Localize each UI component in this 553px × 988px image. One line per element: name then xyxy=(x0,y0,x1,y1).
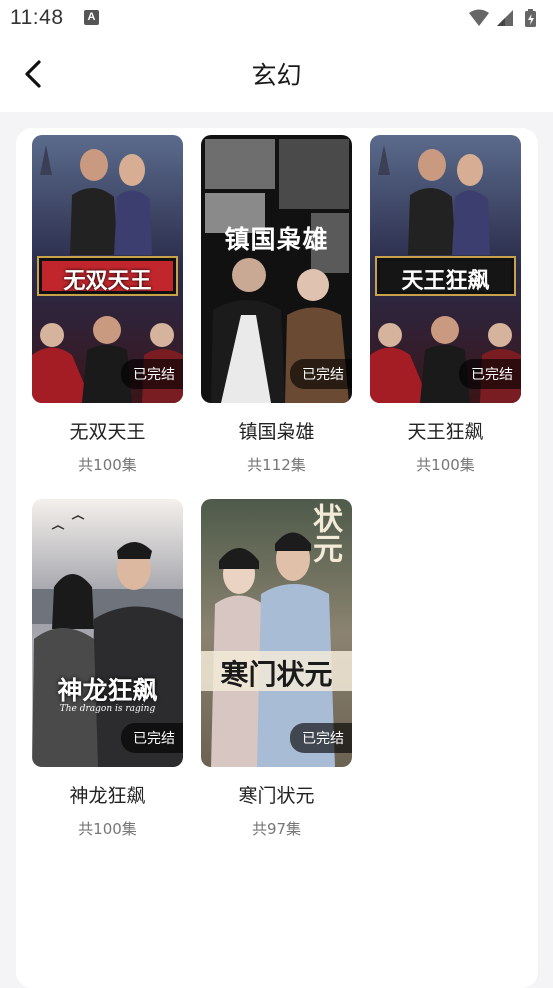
episode-count: 共112集 xyxy=(247,456,306,474)
poster-title: 无双天王 xyxy=(63,268,152,294)
episode-count: 共100集 xyxy=(78,820,137,838)
poster-title: 寒门状元 xyxy=(220,658,333,691)
drama-card[interactable]: 镇国枭雄 已完结 镇国枭雄 共112集 xyxy=(201,135,352,475)
completed-badge: 已完结 xyxy=(290,359,352,389)
episode-count: 共100集 xyxy=(416,456,475,474)
drama-grid: 无双天王 已完结 无双天王 共100集 镇国枭雄 已完结 镇国枭雄 共112集 … xyxy=(32,135,522,839)
page-title: 玄幻 xyxy=(251,61,302,90)
wifi-icon xyxy=(469,9,489,26)
completed-badge: 已完结 xyxy=(459,359,521,389)
notification-icon: A xyxy=(84,10,99,25)
poster-title: 天王狂飙 xyxy=(401,268,490,294)
drama-card[interactable]: 无双天王 已完结 无双天王 共100集 xyxy=(32,135,183,475)
drama-card[interactable]: 天王狂飙 已完结 天王狂飙 共100集 xyxy=(370,135,521,475)
drama-title[interactable]: 神龙狂飙 xyxy=(32,783,183,809)
drama-poster[interactable]: 神龙狂飙 The dragon is raging 已完结 xyxy=(32,499,183,767)
drama-poster[interactable]: 状元 寒门状元 已完结 xyxy=(201,499,352,767)
episode-count: 共97集 xyxy=(251,820,302,838)
drama-title[interactable]: 无双天王 xyxy=(32,419,183,445)
episode-count: 共100集 xyxy=(78,456,137,474)
drama-title[interactable]: 寒门状元 xyxy=(201,783,352,809)
drama-card[interactable]: 状元 寒门状元 已完结 寒门状元 共97集 xyxy=(201,499,352,839)
battery-icon xyxy=(525,9,536,27)
completed-badge: 已完结 xyxy=(121,723,183,753)
poster-title: 神龙狂飙 xyxy=(57,676,158,705)
poster-subtitle: 状元 xyxy=(307,503,342,563)
signal-icon xyxy=(497,10,513,26)
drama-title[interactable]: 镇国枭雄 xyxy=(201,419,352,445)
drama-title[interactable]: 天王狂飙 xyxy=(370,419,521,445)
poster-title: 镇国枭雄 xyxy=(224,225,329,254)
status-time: 11:48 xyxy=(10,6,64,29)
status-bar: 11:48 A xyxy=(0,0,553,36)
drama-card[interactable]: 神龙狂飙 The dragon is raging 已完结 神龙狂飙 共100集 xyxy=(32,499,183,839)
completed-badge: 已完结 xyxy=(121,359,183,389)
completed-badge: 已完结 xyxy=(290,723,352,753)
poster-subtitle: The dragon is raging xyxy=(59,704,156,714)
nav-bar: 玄幻 xyxy=(0,36,553,112)
drama-poster[interactable]: 天王狂飙 已完结 xyxy=(370,135,521,403)
drama-poster[interactable]: 无双天王 已完结 xyxy=(32,135,183,403)
drama-poster[interactable]: 镇国枭雄 已完结 xyxy=(201,135,352,403)
system-icons xyxy=(467,8,543,28)
drama-list-panel: 无双天王 已完结 无双天王 共100集 镇国枭雄 已完结 镇国枭雄 共112集 … xyxy=(16,128,538,988)
